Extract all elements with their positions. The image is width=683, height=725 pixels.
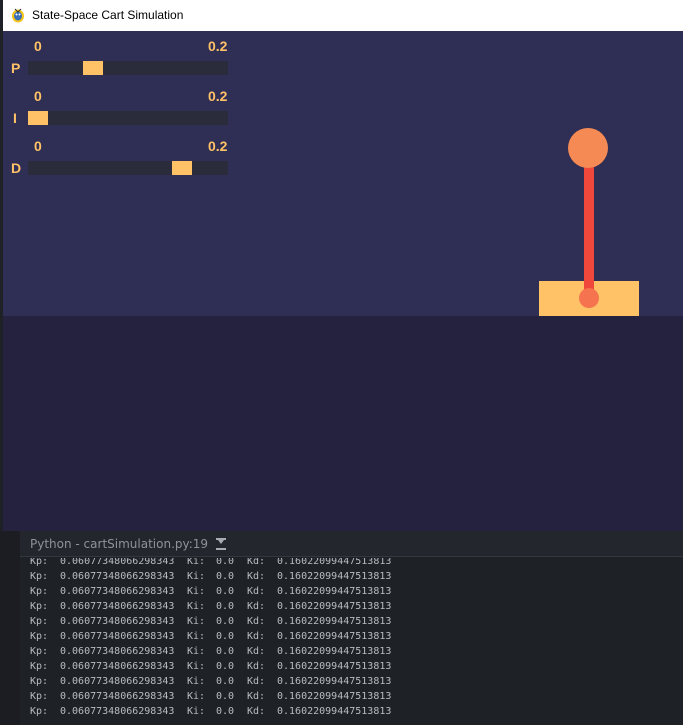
terminal-ki-label: Ki:	[187, 691, 206, 702]
terminal-kp-label: Kp:	[30, 558, 49, 567]
terminal-kp-label: Kp:	[30, 646, 49, 657]
terminal-kd: 0.16022099447513813	[277, 616, 392, 627]
terminal-kd: 0.16022099447513813	[277, 558, 392, 567]
terminal-ki-label: Ki:	[187, 646, 206, 657]
terminal-kp: 0.06077348066298343	[60, 616, 175, 627]
terminal-title[interactable]: Python - cartSimulation.py:19	[30, 537, 208, 551]
terminal-kp-label: Kp:	[30, 631, 49, 642]
terminal-ki-label: Ki:	[187, 571, 206, 582]
terminal-kd: 0.16022099447513813	[277, 676, 392, 687]
terminal-kp-label: Kp:	[30, 601, 49, 612]
p-slider-min-label: 0	[34, 38, 42, 54]
terminal-kp: 0.06077348066298343	[60, 706, 175, 717]
terminal-ki: 0.0	[216, 661, 235, 672]
terminal-kp-label: Kp:	[30, 676, 49, 687]
pendulum-bob	[568, 128, 608, 168]
i-slider-thumb[interactable]	[28, 111, 48, 125]
i-slider-max-label: 0.2	[208, 88, 228, 104]
p-slider-track[interactable]	[28, 61, 228, 75]
d-slider-track[interactable]	[28, 161, 228, 175]
terminal-kd-label: Kd:	[247, 706, 266, 717]
terminal-kd-label: Kd:	[247, 631, 266, 642]
terminal-ki: 0.0	[216, 558, 235, 567]
terminal-ki: 0.0	[216, 706, 235, 717]
title-bar[interactable]: State-Space Cart Simulation	[3, 0, 683, 31]
terminal-kd: 0.16022099447513813	[277, 601, 392, 612]
terminal-ki: 0.0	[216, 676, 235, 687]
simulation-canvas: 0 0.2 P 0 0.2 I 0 0.2 D	[3, 31, 683, 531]
terminal-output[interactable]: Kp: 0.06077348066298343 Ki: 0.0 Kd: 0.1602209…	[20, 558, 683, 725]
terminal-kp: 0.06077348066298343	[60, 601, 175, 612]
terminal-ki: 0.0	[216, 571, 235, 582]
terminal-kd: 0.16022099447513813	[277, 646, 392, 657]
terminal-ki-label: Ki:	[187, 631, 206, 642]
terminal-kp-label: Kp:	[30, 706, 49, 717]
terminal-ki: 0.0	[216, 691, 235, 702]
terminal-kp-label: Kp:	[30, 616, 49, 627]
terminal-kp: 0.06077348066298343	[60, 631, 175, 642]
terminal-kp-label: Kp:	[30, 691, 49, 702]
terminal-kp-label: Kp:	[30, 571, 49, 582]
d-slider-min-label: 0	[34, 138, 42, 154]
terminal-kd-label: Kd:	[247, 646, 266, 657]
terminal-kp: 0.06077348066298343	[60, 676, 175, 687]
terminal-ki-label: Ki:	[187, 558, 206, 567]
i-slider-label: I	[13, 110, 17, 126]
editor-gutter	[0, 531, 21, 725]
p-slider-label: P	[11, 60, 21, 76]
terminal-kd-label: Kd:	[247, 586, 266, 597]
terminal-kp: 0.06077348066298343	[60, 586, 175, 597]
pendulum-pivot	[579, 288, 599, 308]
terminal-ki: 0.0	[216, 631, 235, 642]
terminal-kd-label: Kd:	[247, 571, 266, 582]
d-slider-max-label: 0.2	[208, 138, 228, 154]
terminal-kd-label: Kd:	[247, 691, 266, 702]
terminal-kd-label: Kd:	[247, 676, 266, 687]
terminal-kp: 0.06077348066298343	[60, 661, 175, 672]
terminal-ki: 0.0	[216, 601, 235, 612]
terminal-ki-label: Ki:	[187, 661, 206, 672]
terminal-kp: 0.06077348066298343	[60, 646, 175, 657]
terminal-header: Python - cartSimulation.py:19	[20, 531, 683, 557]
p-slider-max-label: 0.2	[208, 38, 228, 54]
terminal-kd-label: Kd:	[247, 558, 266, 567]
pendulum-rod	[584, 148, 594, 298]
terminal-kd: 0.16022099447513813	[277, 631, 392, 642]
terminal-kd: 0.16022099447513813	[277, 691, 392, 702]
terminal-ki-label: Ki:	[187, 706, 206, 717]
hourglass-icon	[216, 537, 227, 550]
pygame-snake-icon	[12, 8, 24, 23]
d-slider-thumb[interactable]	[172, 161, 192, 175]
p-slider-thumb[interactable]	[83, 61, 103, 75]
terminal-kd: 0.16022099447513813	[277, 706, 392, 717]
terminal-kd-label: Kd:	[247, 601, 266, 612]
terminal-ki: 0.0	[216, 646, 235, 657]
terminal-kp: 0.06077348066298343	[60, 558, 175, 567]
terminal-kp: 0.06077348066298343	[60, 691, 175, 702]
terminal-kd-label: Kd:	[247, 661, 266, 672]
terminal-kd: 0.16022099447513813	[277, 586, 392, 597]
terminal-kd: 0.16022099447513813	[277, 661, 392, 672]
terminal-kd-label: Kd:	[247, 616, 266, 627]
i-slider-track[interactable]	[28, 111, 228, 125]
ground	[3, 316, 683, 531]
simulation-window: State-Space Cart Simulation 0 0.2 P 0 0.…	[3, 0, 683, 531]
d-slider-label: D	[11, 160, 22, 176]
terminal-ki: 0.0	[216, 616, 235, 627]
i-slider-min-label: 0	[34, 88, 42, 104]
terminal-ki-label: Ki:	[187, 601, 206, 612]
window-title: State-Space Cart Simulation	[32, 8, 184, 22]
terminal-kp: 0.06077348066298343	[60, 571, 175, 582]
terminal-ki-label: Ki:	[187, 586, 206, 597]
terminal-ki: 0.0	[216, 586, 235, 597]
terminal-ki-label: Ki:	[187, 676, 206, 687]
terminal-ki-label: Ki:	[187, 616, 206, 627]
terminal-kd: 0.16022099447513813	[277, 571, 392, 582]
terminal-kp-label: Kp:	[30, 586, 49, 597]
terminal-kp-label: Kp:	[30, 661, 49, 672]
